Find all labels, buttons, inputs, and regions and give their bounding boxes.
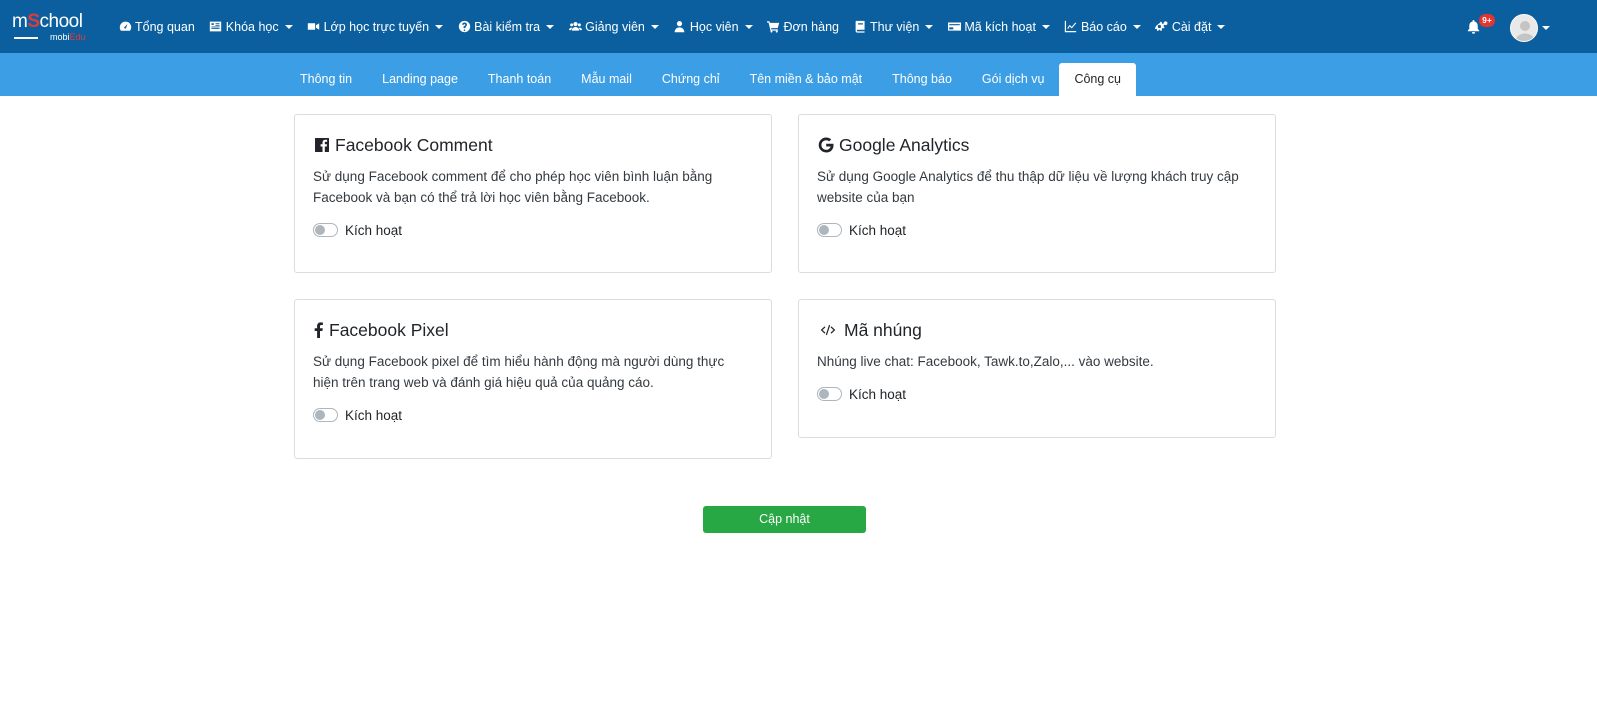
tab-notification[interactable]: Thông báo — [877, 63, 967, 96]
user-menu-chevron-icon[interactable] — [1542, 26, 1550, 30]
card-description: Sử dụng Facebook comment để cho phép học… — [313, 169, 713, 205]
logo-subtitle: mobiEdu — [50, 32, 86, 42]
tab-domain-security[interactable]: Tên miền & bảo mật — [735, 63, 878, 96]
nav-item-dashboard[interactable]: Tổng quan — [118, 0, 195, 53]
settings-tabs: Thông tin Landing page Thanh toán Mẫu ma… — [285, 63, 1137, 96]
card-title: Google Analytics — [817, 133, 1257, 157]
logo-wordmark: mSchool — [12, 11, 83, 32]
logo-underline — [14, 37, 38, 39]
chevron-down-icon — [925, 24, 934, 29]
google-icon — [817, 137, 834, 154]
tab-payment[interactable]: Thanh toán — [473, 63, 566, 96]
dashboard-icon — [118, 20, 132, 34]
nav-item-quiz[interactable]: Bài kiểm tra — [457, 0, 555, 53]
nav-item-students[interactable]: Học viên — [673, 0, 753, 53]
chevron-down-icon — [1217, 24, 1226, 29]
avatar[interactable] — [1510, 14, 1538, 42]
nav-item-activation-code[interactable]: Mã kích hoạt — [947, 0, 1050, 53]
nav-item-label: Giảng viên — [585, 19, 645, 34]
chevron-down-icon — [650, 24, 659, 29]
tab-landing-page[interactable]: Landing page — [367, 63, 473, 96]
chevron-down-icon — [435, 24, 444, 29]
facebook-pixel-toggle[interactable] — [313, 408, 338, 422]
nav-item-library[interactable]: Thư viện — [853, 0, 934, 53]
nav-item-label: Cài đặt — [1171, 19, 1212, 34]
question-circle-icon — [457, 20, 471, 34]
google-analytics-card: Google Analytics Sử dụng Google Analytic… — [798, 114, 1276, 273]
embed-code-toggle[interactable] — [817, 387, 842, 401]
nav-item-label: Khóa học — [225, 19, 279, 34]
nav-item-orders[interactable]: Đơn hàng — [767, 0, 839, 53]
nav-item-online-class[interactable]: Lớp học trực tuyến — [307, 0, 444, 53]
chevron-down-icon — [1132, 24, 1141, 29]
nav-item-label: Mã kích hoạt — [964, 19, 1036, 34]
toggle-label: Kích hoạt — [345, 407, 403, 423]
chart-line-icon — [1064, 20, 1078, 34]
mschool-logo[interactable]: mSchool mobiEdu — [12, 12, 102, 44]
code-icon — [817, 322, 839, 339]
update-button[interactable]: Cập nhật — [703, 506, 866, 533]
nav-item-label: Học viên — [689, 19, 739, 34]
user-icon — [673, 20, 687, 34]
nav-item-label: Đơn hàng — [783, 19, 839, 34]
toggle-label: Kích hoạt — [345, 222, 403, 238]
toggle-label: Kích hoạt — [849, 222, 907, 238]
facebook-square-icon — [313, 137, 330, 154]
nav-item-label: Báo cáo — [1080, 19, 1127, 34]
nav-item-label: Tổng quan — [135, 19, 195, 34]
settings-tab-bar: Thông tin Landing page Thanh toán Mẫu ma… — [0, 53, 1597, 96]
activate-toggle-row: Kích hoạt — [313, 220, 753, 240]
users-icon — [568, 20, 582, 34]
chevron-down-icon — [284, 24, 293, 29]
tab-mail-template[interactable]: Mẫu mail — [566, 63, 647, 96]
course-icon — [209, 20, 223, 34]
toggle-knob — [315, 410, 325, 420]
chevron-down-icon — [546, 24, 555, 29]
tab-tools[interactable]: Công cụ — [1059, 63, 1137, 96]
google-analytics-toggle[interactable] — [817, 223, 842, 237]
facebook-pixel-card: Facebook Pixel Sử dụng Facebook pixel để… — [294, 299, 772, 459]
card-title: Mã nhúng — [817, 318, 1257, 342]
gears-icon — [1155, 20, 1169, 34]
card-icon — [947, 20, 961, 34]
toggle-knob — [819, 389, 829, 399]
video-icon — [307, 20, 321, 34]
nav-item-label: Lớp học trực tuyến — [323, 19, 430, 34]
cart-icon — [767, 20, 781, 34]
nav-item-reports[interactable]: Báo cáo — [1064, 0, 1141, 53]
tab-info[interactable]: Thông tin — [285, 63, 367, 96]
tab-certificate[interactable]: Chứng chỉ — [647, 63, 735, 96]
main-menu: Tổng quan Khóa học Lớp học trực tuyến Bà… — [118, 0, 1239, 53]
chevron-down-icon — [1041, 24, 1050, 29]
top-navbar: mSchool mobiEdu Tổng quan Khóa học Lớp h… — [0, 0, 1597, 53]
facebook-f-icon — [313, 322, 324, 339]
book-icon — [853, 20, 867, 34]
nav-item-teachers[interactable]: Giảng viên — [568, 0, 659, 53]
facebook-comment-toggle[interactable] — [313, 223, 338, 237]
toggle-knob — [819, 225, 829, 235]
nav-item-courses[interactable]: Khóa học — [209, 0, 293, 53]
tab-service-package[interactable]: Gói dịch vụ — [967, 63, 1060, 96]
card-description: Nhúng live chat: Facebook, Tawk.to,Zalo,… — [817, 354, 1154, 369]
card-description: Sử dụng Facebook pixel để tìm hiểu hành … — [313, 354, 725, 390]
activate-toggle-row: Kích hoạt — [817, 220, 1257, 240]
facebook-comment-card: Facebook Comment Sử dụng Facebook commen… — [294, 114, 772, 273]
toggle-label: Kích hoạt — [849, 386, 907, 402]
card-description: Sử dụng Google Analytics để thu thập dữ … — [817, 169, 1239, 205]
toggle-knob — [315, 225, 325, 235]
card-title: Facebook Comment — [313, 133, 753, 157]
notification-badge: 9+ — [1479, 14, 1495, 27]
nav-item-label: Thư viện — [870, 19, 920, 34]
embed-code-card: Mã nhúng Nhúng live chat: Facebook, Tawk… — [798, 299, 1276, 438]
activate-toggle-row: Kích hoạt — [817, 384, 1257, 404]
nav-item-settings[interactable]: Cài đặt — [1155, 0, 1226, 53]
card-title: Facebook Pixel — [313, 318, 753, 342]
chevron-down-icon — [744, 24, 753, 29]
activate-toggle-row: Kích hoạt — [313, 405, 753, 425]
nav-item-label: Bài kiểm tra — [474, 19, 541, 34]
